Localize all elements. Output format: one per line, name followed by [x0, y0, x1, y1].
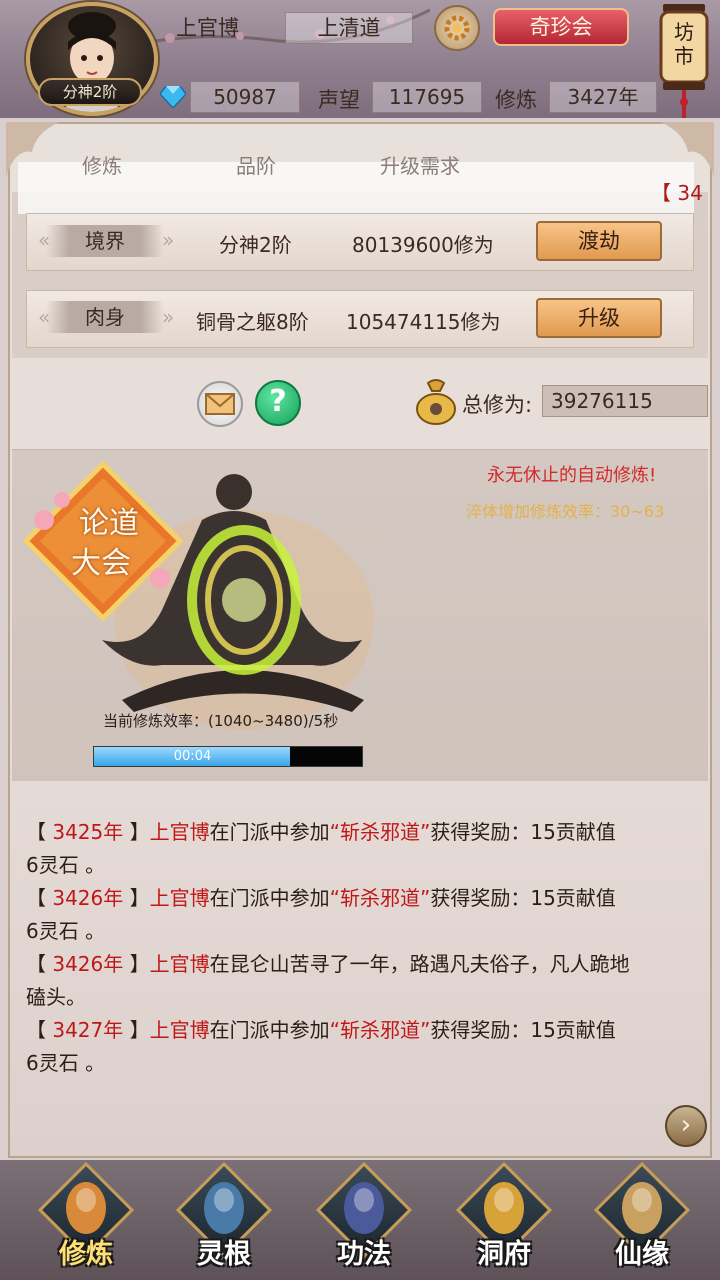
tab-cultivation[interactable]: 修炼 — [82, 150, 122, 179]
cultivation-rate-text: 当前修炼效率：(1040~3480)/5秒 — [103, 712, 339, 730]
scrolling-ticker: 【 34 — [651, 181, 703, 205]
log-close: 】 — [123, 1018, 150, 1042]
auto-cultivation-text: 永无休止的自动修炼! — [487, 465, 657, 486]
log-mid: 在门派中参加 — [209, 886, 330, 910]
top-header: 分神2阶 上官博 上清道 奇珍会 坊市 50987 声望 117695 修炼 3… — [0, 0, 720, 118]
faction-name: 上清道 — [285, 12, 413, 44]
log-year: 3427年 — [52, 1018, 124, 1042]
body-requirement: 105474115修为 — [346, 310, 501, 334]
question-icon: ? — [269, 384, 287, 419]
nav-item-1[interactable]: 修炼 — [34, 1161, 138, 1276]
log-open: 【 — [26, 1018, 53, 1042]
total-cultivation-label: 总修为: — [462, 393, 533, 417]
nav-label: 仙缘 — [615, 1239, 669, 1270]
cultivation-progress-bar: 00:04 — [93, 746, 363, 767]
nav-item-2[interactable]: 灵根 — [172, 1161, 276, 1276]
log-open: 【 — [26, 952, 53, 976]
log-name: 上官博 — [149, 1018, 210, 1042]
reputation-value: 117695 — [372, 81, 482, 113]
tab-rank[interactable]: 品阶 — [236, 150, 276, 179]
log-entry: 【 3425年 】上官博在门派中参加“斩杀邪道”获得奖励：15贡献值 — [26, 816, 698, 849]
log-mid: 在昆仑山苦寻了一年，路遇凡夫俗子，凡人跪地 — [209, 952, 630, 976]
upgrade-button[interactable]: 升级 — [536, 298, 662, 338]
settings-button[interactable] — [434, 5, 480, 51]
gem-count: 50987 — [190, 81, 300, 113]
log-tail: 获得奖励：15贡献值 — [430, 820, 616, 844]
log-entry-continued: 6灵石 。 — [26, 1051, 106, 1075]
log-entry-continued: 6灵石 。 — [26, 853, 106, 877]
log-close: 】 — [123, 820, 150, 844]
realm-requirement: 80139600修为 — [352, 233, 494, 257]
market-lantern-button[interactable]: 坊市 — [655, 0, 713, 118]
event-log: 【 3425年 】上官博在门派中参加“斩杀邪道”获得奖励：15贡献值 6灵石 。【… — [26, 816, 698, 1080]
avatar-rank-label: 分神2阶 — [38, 78, 142, 106]
realm-rank: 分神2阶 — [219, 233, 292, 257]
nav-item-5[interactable]: 仙缘 — [590, 1161, 694, 1276]
log-entry: 【 3426年 】上官博在昆仑山苦寻了一年，路遇凡夫俗子，凡人跪地 — [26, 948, 698, 981]
tribulation-button[interactable]: 渡劫 — [536, 221, 662, 261]
market-label: 坊市 — [674, 20, 694, 68]
cultivation-years: 3427年 — [549, 81, 657, 113]
nav-label: 修炼 — [59, 1239, 113, 1270]
help-button[interactable]: ? — [255, 380, 301, 426]
log-mid: 在门派中参加 — [209, 820, 330, 844]
body-rank: 铜骨之躯8阶 — [196, 310, 309, 334]
log-open: 【 — [26, 820, 53, 844]
chevron-right-icon: › — [680, 1110, 692, 1140]
total-cultivation-value: 39276115 — [542, 385, 708, 417]
log-year: 3426年 — [52, 952, 124, 976]
log-name: 上官博 — [149, 820, 210, 844]
next-page-button[interactable]: › — [665, 1105, 707, 1147]
log-name: 上官博 — [149, 886, 210, 910]
nav-label: 洞府 — [477, 1239, 531, 1270]
log-entry: 【 3426年 】上官博在门派中参加“斩杀邪道”获得奖励：15贡献值 — [26, 882, 698, 915]
badge-line-2: 大会 — [71, 546, 131, 581]
log-close: 】 — [123, 952, 150, 976]
player-name: 上官博 — [176, 16, 239, 40]
log-name: 上官博 — [149, 952, 210, 976]
nav-icon — [484, 1182, 524, 1234]
money-bag-icon — [416, 379, 456, 425]
nav-label: 功法 — [337, 1239, 391, 1270]
nav-icon — [204, 1182, 244, 1234]
log-entry-continued: 磕头。 — [26, 985, 86, 1009]
realm-tag: 境界 — [46, 225, 164, 257]
body-boost-text: 淬体增加修炼效率：30~63 — [466, 502, 665, 521]
log-open: 【 — [26, 886, 53, 910]
treasure-shop-button[interactable]: 奇珍会 — [493, 8, 629, 46]
nav-label: 灵根 — [197, 1239, 251, 1270]
cultivation-label: 修炼 — [495, 88, 537, 112]
log-entry: 【 3427年 】上官博在门派中参加“斩杀邪道”获得奖励：15贡献值 — [26, 1014, 698, 1047]
mail-button[interactable] — [197, 381, 243, 427]
reputation-label: 声望 — [318, 88, 360, 112]
spirit-gem-icon — [160, 86, 186, 108]
nav-item-4[interactable]: 洞府 — [452, 1161, 556, 1276]
nav-icon — [622, 1182, 662, 1234]
log-event: “斩杀邪道” — [329, 886, 431, 910]
body-tag: 肉身 — [46, 301, 164, 333]
nav-icon — [344, 1182, 384, 1234]
log-close: 】 — [123, 886, 150, 910]
log-year: 3426年 — [52, 886, 124, 910]
log-event: “斩杀邪道” — [329, 1018, 431, 1042]
log-mid: 在门派中参加 — [209, 1018, 330, 1042]
log-event: “斩杀邪道” — [329, 820, 431, 844]
log-tail: 获得奖励：15贡献值 — [430, 1018, 616, 1042]
tab-upgrade-requirement[interactable]: 升级需求 — [380, 150, 460, 179]
nav-icon — [66, 1182, 106, 1234]
progress-timer: 00:04 — [173, 749, 212, 764]
log-year: 3425年 — [52, 820, 124, 844]
log-tail: 获得奖励：15贡献值 — [430, 886, 616, 910]
log-entry-continued: 6灵石 。 — [26, 919, 106, 943]
envelope-icon — [205, 393, 235, 415]
nav-item-3[interactable]: 功法 — [312, 1161, 416, 1276]
badge-line-1: 论道 — [79, 506, 139, 541]
gear-icon — [444, 15, 470, 41]
debate-conference-button[interactable]: 论道 大会 — [22, 460, 184, 622]
